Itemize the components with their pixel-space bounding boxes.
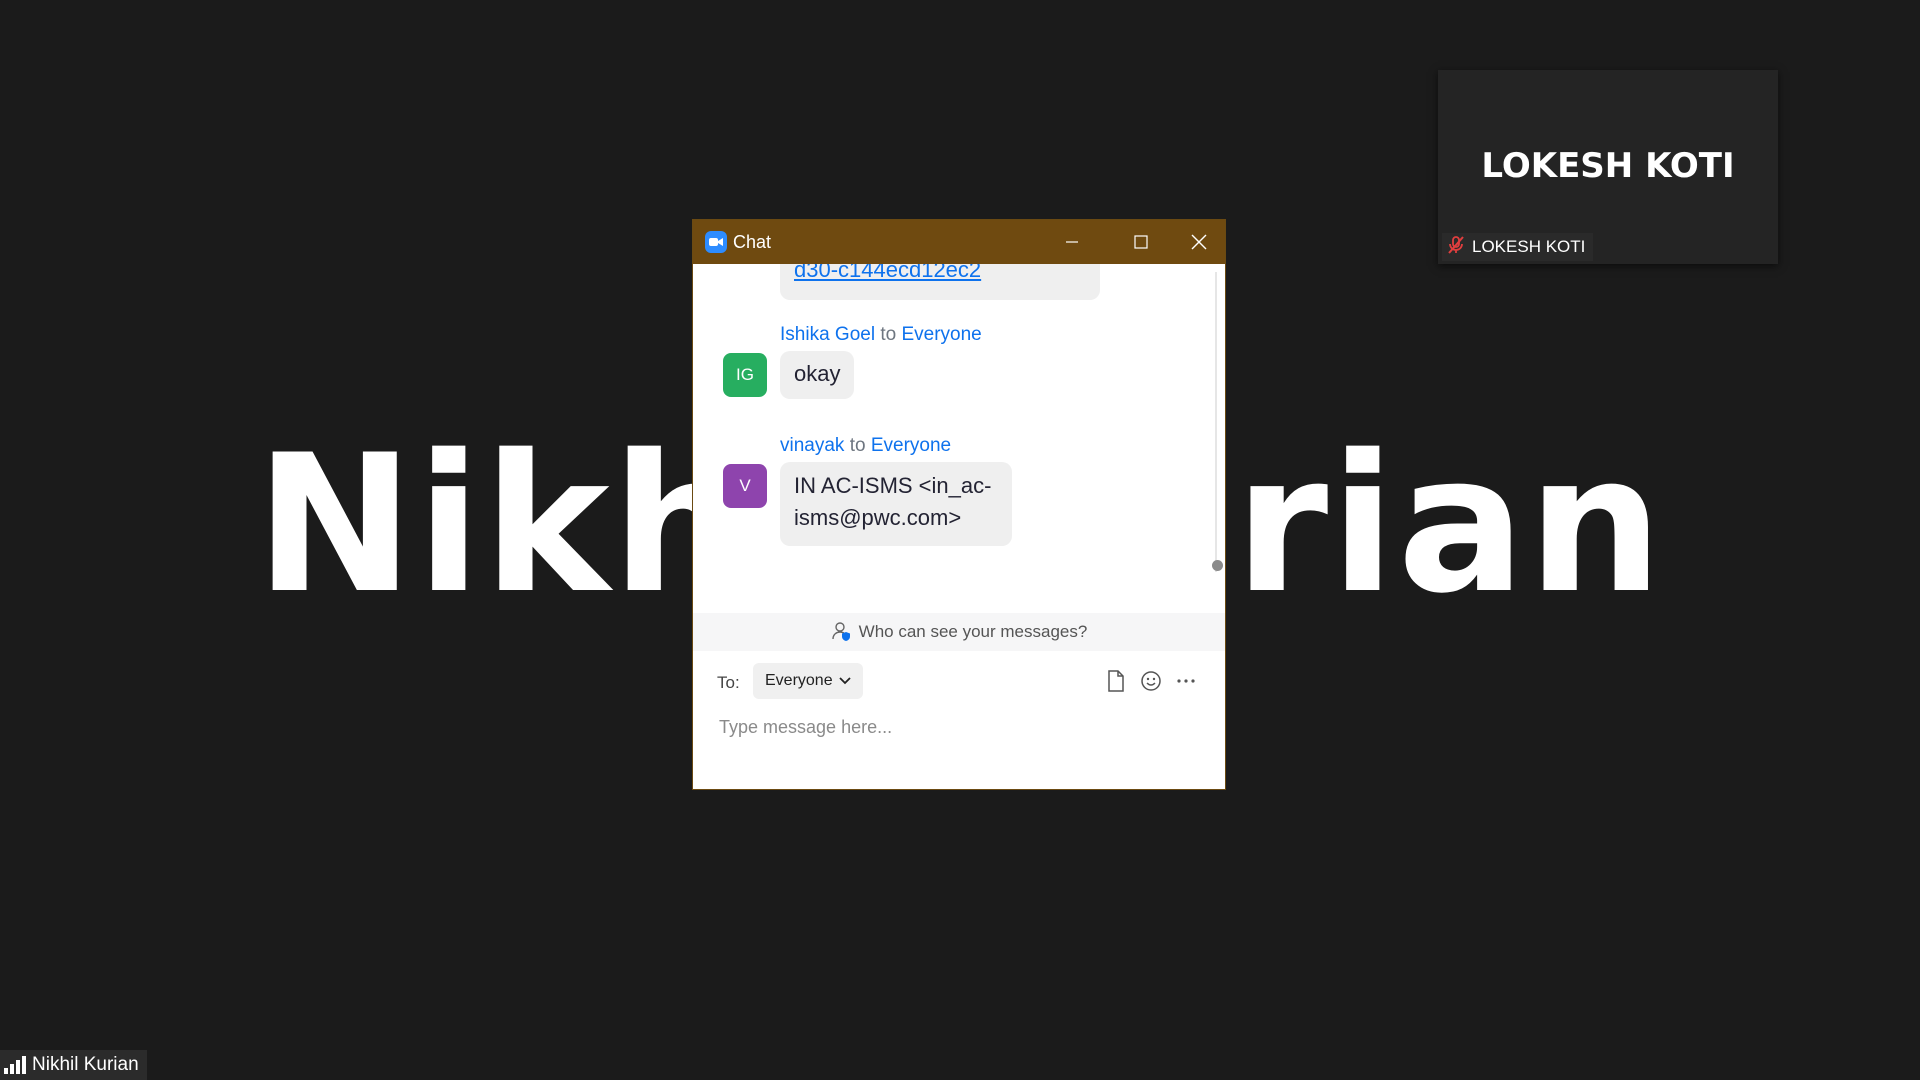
visibility-notice[interactable]: Who can see your messages?	[693, 613, 1225, 651]
message-bubble: okay	[780, 351, 855, 399]
message-header: Ishika Goel to Everyone	[780, 324, 982, 346]
maximize-icon	[1134, 235, 1148, 249]
self-name-label: Nikhil Kurian	[0, 1050, 147, 1080]
close-button[interactable]	[1171, 220, 1225, 264]
message-text-line: IN AC-ISMS <in_ac-	[794, 473, 992, 498]
signal-strength-icon	[4, 1056, 26, 1074]
recipient-dropdown[interactable]: Everyone	[753, 663, 863, 699]
file-button[interactable]	[1104, 669, 1128, 693]
message-text: okay	[794, 361, 841, 386]
to-word: to	[849, 435, 866, 456]
message-header: vinayak to Everyone	[780, 435, 951, 457]
self-name-text: Nikhil Kurian	[32, 1054, 139, 1075]
sender-name[interactable]: vinayak	[780, 435, 844, 456]
muted-mic-icon	[1446, 235, 1466, 260]
chat-title: Chat	[733, 231, 772, 252]
more-icon	[1177, 679, 1195, 683]
participant-name-label: LOKESH KOTI	[1442, 233, 1594, 261]
minimize-icon	[1066, 241, 1078, 243]
scroll-thumb[interactable]	[1212, 560, 1223, 571]
message-bubble: IN AC-ISMS <in_ac- isms@pwc.com>	[780, 462, 1012, 546]
chat-scrollbar[interactable]	[1212, 272, 1223, 572]
avatar: V	[723, 464, 767, 508]
scroll-track	[1215, 272, 1217, 572]
message-recipient: Everyone	[870, 435, 952, 456]
message-recipient: Everyone	[901, 324, 982, 345]
message-link[interactable]: d30-c144ecd12ec2	[794, 264, 981, 282]
emoji-icon	[1141, 671, 1161, 691]
visibility-notice-text: Who can see your messages?	[858, 622, 1088, 641]
chat-window: Chat d30-c144ecd12ec2 Ishika Goel to Eve…	[692, 219, 1226, 790]
participant-label-text: LOKESH KOTI	[1472, 237, 1586, 256]
minimize-button[interactable]	[1044, 220, 1100, 264]
participant-display-name: LOKESH KOTI	[1481, 146, 1735, 186]
zoom-app-icon	[705, 231, 727, 253]
chat-titlebar[interactable]: Chat	[693, 220, 1225, 264]
message-input[interactable]	[717, 711, 1201, 743]
message-bubble: d30-c144ecd12ec2	[780, 264, 1100, 300]
sender-name[interactable]: Ishika Goel	[780, 324, 875, 345]
user-shield-icon	[831, 622, 850, 641]
compose-area: To: Everyone	[693, 651, 1225, 789]
to-label: To:	[717, 673, 740, 692]
more-options-button[interactable]	[1174, 669, 1198, 693]
meeting-stage: Nikhil Kurian LOKESH KOTI LOKESH KOTI Ni…	[0, 0, 1920, 1080]
to-word: to	[880, 324, 897, 345]
emoji-button[interactable]	[1139, 669, 1163, 693]
chat-message-list[interactable]: d30-c144ecd12ec2 Ishika Goel to Everyone…	[693, 264, 1225, 789]
avatar: IG	[723, 353, 767, 397]
message-text-line: isms@pwc.com>	[794, 505, 962, 530]
recipient-value: Everyone	[765, 672, 833, 689]
maximize-button[interactable]	[1113, 220, 1169, 264]
file-icon	[1108, 670, 1124, 692]
chevron-down-icon	[838, 677, 851, 685]
close-icon	[1191, 234, 1207, 250]
participant-tile[interactable]: LOKESH KOTI LOKESH KOTI	[1438, 70, 1778, 264]
